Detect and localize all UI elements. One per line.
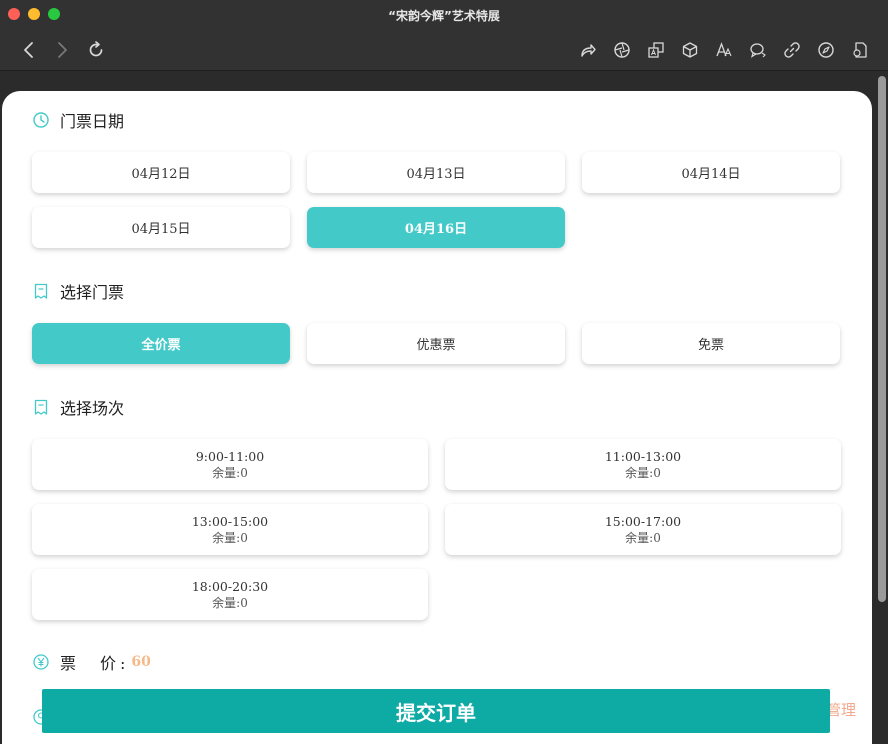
date-option[interactable]: 04月12日 bbox=[32, 152, 290, 193]
session-option[interactable]: 9:00-11:00 余量:0 bbox=[32, 439, 428, 490]
date-option[interactable]: 04月14日 bbox=[582, 152, 840, 193]
ticket-option[interactable]: 免票 bbox=[582, 323, 840, 364]
translate-icon bbox=[648, 42, 664, 58]
date-option[interactable]: 04月13日 bbox=[307, 152, 565, 193]
reload-icon bbox=[89, 41, 103, 57]
date-option-selected[interactable]: 04月16日 bbox=[307, 207, 565, 248]
session-section-header: 选择场次 bbox=[32, 395, 124, 419]
ticket-icon bbox=[32, 398, 50, 416]
yen-icon bbox=[32, 653, 50, 671]
date-section-title: 门票日期 bbox=[60, 112, 125, 131]
chat-icon bbox=[750, 43, 766, 58]
document-button[interactable] bbox=[849, 39, 871, 61]
cube-icon bbox=[682, 42, 698, 58]
aperture-icon bbox=[614, 42, 630, 58]
ticket-option-selected[interactable]: 全价票 bbox=[32, 323, 290, 364]
session-option[interactable]: 11:00-13:00 余量:0 bbox=[445, 439, 841, 490]
session-time: 9:00-11:00 bbox=[195, 448, 265, 464]
session-remaining: 余量:0 bbox=[625, 530, 661, 545]
link-button[interactable] bbox=[781, 39, 803, 61]
session-option[interactable]: 13:00-15:00 余量:0 bbox=[32, 504, 428, 555]
ticket-icon bbox=[32, 282, 50, 300]
ticket-option[interactable]: 优惠票 bbox=[307, 323, 565, 364]
share-button[interactable] bbox=[577, 39, 599, 61]
aperture-button[interactable] bbox=[611, 39, 633, 61]
link-icon bbox=[784, 42, 800, 58]
submit-order-button[interactable]: 提交订单 bbox=[42, 689, 830, 733]
compass-button[interactable] bbox=[815, 39, 837, 61]
session-remaining: 余量:0 bbox=[212, 595, 248, 610]
manage-link[interactable]: 管理 bbox=[826, 699, 856, 720]
font-icon bbox=[716, 42, 732, 57]
session-remaining: 余量:0 bbox=[212, 530, 248, 545]
session-remaining: 余量:0 bbox=[625, 465, 661, 480]
reload-button[interactable] bbox=[84, 38, 108, 62]
translate-button[interactable] bbox=[645, 39, 667, 61]
date-section-header: 门票日期 bbox=[32, 108, 124, 132]
font-button[interactable] bbox=[713, 39, 735, 61]
price-label: 票 价: bbox=[60, 654, 130, 673]
chevron-left-icon bbox=[24, 42, 33, 58]
session-section-title: 选择场次 bbox=[60, 399, 125, 418]
forward-button[interactable] bbox=[50, 38, 74, 62]
document-icon bbox=[853, 42, 867, 58]
back-button[interactable] bbox=[17, 38, 41, 62]
date-option[interactable]: 04月15日 bbox=[32, 207, 290, 248]
session-time: 11:00-13:00 bbox=[604, 448, 682, 464]
clock-icon bbox=[32, 111, 50, 129]
booking-card: 门票日期 04月12日 04月13日 04月14日 04月15日 04月16日 … bbox=[2, 91, 872, 744]
chevron-right-icon bbox=[58, 42, 67, 58]
ticket-section-title: 选择门票 bbox=[60, 283, 125, 302]
chat-button[interactable] bbox=[747, 39, 769, 61]
price-row: 票 价: 60 bbox=[32, 651, 151, 673]
window-title: “宋韵今辉”艺术特展 bbox=[388, 9, 500, 23]
session-time: 15:00-17:00 bbox=[604, 513, 682, 529]
compass-icon bbox=[818, 42, 834, 58]
vertical-scrollbar[interactable] bbox=[878, 76, 886, 602]
session-remaining: 余量:0 bbox=[212, 465, 248, 480]
page-content: 门票日期 04月12日 04月13日 04月14日 04月15日 04月16日 … bbox=[0, 72, 888, 744]
session-time: 13:00-15:00 bbox=[191, 513, 269, 529]
price-value: 60 bbox=[131, 654, 151, 670]
session-time: 18:00-20:30 bbox=[191, 578, 269, 594]
window-titlebar: “宋韵今辉”艺术特展 bbox=[0, 0, 888, 71]
cube-button[interactable] bbox=[679, 39, 701, 61]
share-icon bbox=[581, 44, 596, 57]
session-option[interactable]: 15:00-17:00 余量:0 bbox=[445, 504, 841, 555]
ticket-section-header: 选择门票 bbox=[32, 279, 124, 303]
session-option[interactable]: 18:00-20:30 余量:0 bbox=[32, 569, 428, 620]
